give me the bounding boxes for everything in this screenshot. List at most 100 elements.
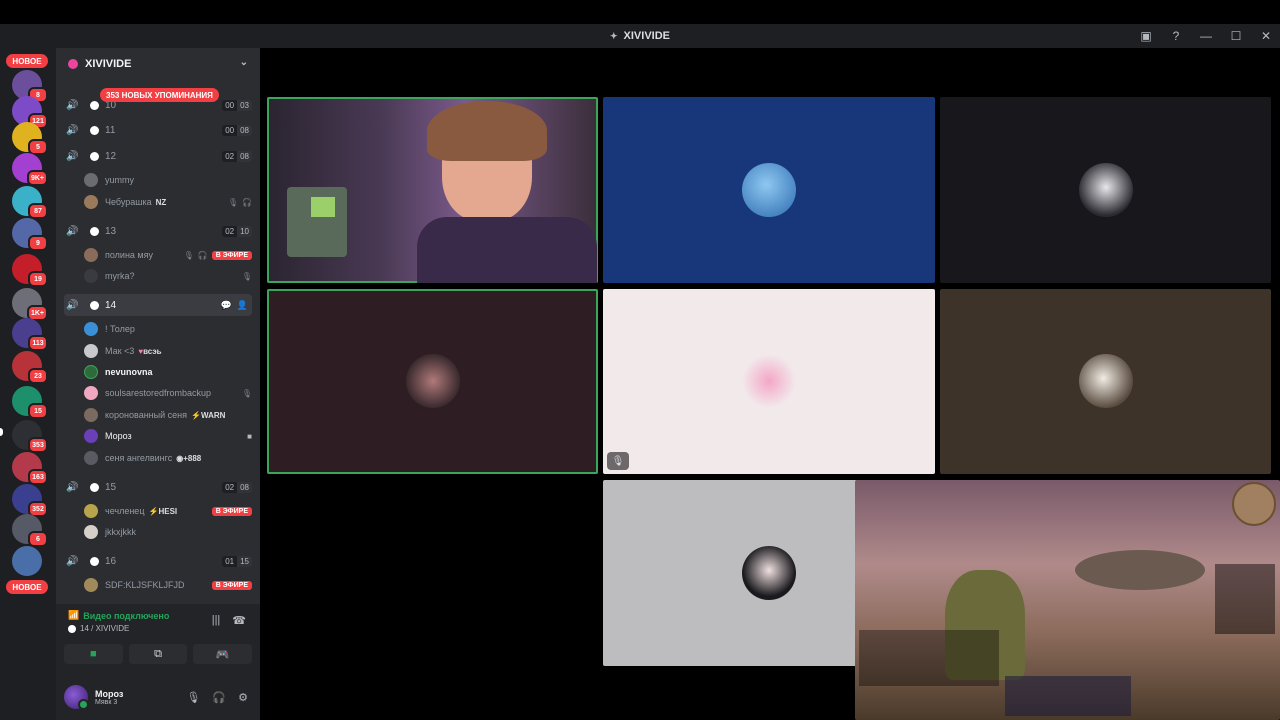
server-icon[interactable]: 9 <box>12 218 48 251</box>
server-icon[interactable]: 352 <box>12 484 48 517</box>
mention-badge: 353 <box>28 437 48 453</box>
camera-button[interactable]: ■ <box>64 644 123 664</box>
server-icon[interactable]: 113 <box>12 318 48 351</box>
mention-badge: 19 <box>28 271 48 287</box>
voice-channel-12[interactable]: 🔊 12 02 08 <box>64 145 252 167</box>
inbox-icon[interactable]: ▣ <box>1138 29 1154 43</box>
server-icon[interactable]: 1K+ <box>12 288 48 321</box>
server-icon[interactable]: 353 <box>12 420 48 453</box>
avatar <box>84 504 98 518</box>
new-indicator-bottom[interactable]: НОВОЕ <box>6 580 48 594</box>
speaker-icon: 🔊 <box>66 225 79 237</box>
avatar <box>84 195 98 209</box>
user-count: 01 15 <box>222 555 252 567</box>
avatar <box>742 354 796 408</box>
game-chat-box <box>859 630 999 686</box>
voice-channel-info[interactable]: 14 / XIVIVIDE <box>68 624 129 633</box>
member-souls[interactable]: soulsarestoredfrombackup 🎙 <box>84 383 252 403</box>
member-chelenec[interactable]: чечленец ⚡HESI В ЭФИРЕ <box>84 501 252 521</box>
server-rail: НОВОЕ 8 121 5 9K+ 87 9 19 1K+ 113 23 15 353 163 352 6 … <box>0 48 56 720</box>
voice-channel-14[interactable]: 🔊 14 💬 👤 <box>64 294 252 316</box>
server-icon[interactable]: 15 <box>12 386 48 419</box>
video-tile-user-5[interactable]: 🎙 <box>603 289 935 474</box>
gamepad-icon: 🎮 <box>215 648 230 661</box>
game-damage-meter <box>1215 564 1275 634</box>
user-panel[interactable]: Мороз Мявк 3 🎙 🎧 ⚙ <box>64 680 252 714</box>
voice-channel-13[interactable]: 🔊 13 02 10 <box>64 220 252 242</box>
channel-dot <box>90 151 99 161</box>
server-icon[interactable]: 87 <box>12 186 48 219</box>
new-indicator-top[interactable]: НОВОЕ <box>6 54 48 68</box>
chat-icon[interactable]: 💬 <box>221 300 232 311</box>
channel-dot <box>90 482 99 492</box>
server-icon[interactable] <box>12 546 42 576</box>
channel-dot <box>90 100 99 110</box>
speaker-icon: 🔊 <box>66 150 79 162</box>
voice-channel-11[interactable]: 🔊 11 00 08 <box>64 119 252 141</box>
avatar <box>406 354 460 408</box>
video-tile-user-4[interactable] <box>267 289 598 474</box>
activity-button[interactable]: 🎮 <box>193 644 253 664</box>
channel-dot <box>90 556 99 566</box>
user-count: 00 03 <box>222 99 252 111</box>
member-jkkxjkk[interactable]: jkkxjkkk <box>84 522 252 542</box>
game-minimap <box>1232 482 1276 526</box>
disconnect-icon[interactable]: ☎ <box>232 614 246 627</box>
server-icon[interactable]: 6 <box>12 514 48 547</box>
server-icon[interactable]: 9K+ <box>12 153 48 186</box>
avatar <box>84 322 98 336</box>
mention-badge: 23 <box>28 368 48 384</box>
live-badge: В ЭФИРЕ <box>211 250 252 260</box>
voice-channel-15[interactable]: 🔊 15 02 08 <box>64 476 252 498</box>
video-tile-user-3[interactable] <box>940 97 1271 283</box>
video-tile-user-2[interactable] <box>603 97 935 283</box>
screen-share-button[interactable]: ⧉ <box>128 644 188 664</box>
voice-channel-16[interactable]: 🔊 16 01 15 <box>64 550 252 572</box>
server-icon[interactable]: 5 <box>12 122 48 155</box>
chevron-down-icon[interactable]: ⌄ <box>240 57 248 68</box>
member-myrka[interactable]: myrka? 🎙 <box>84 266 252 286</box>
gear-icon[interactable]: ⚙ <box>238 691 248 704</box>
mentions-pill[interactable]: 353 НОВЫХ УПОМИНАНИЯ <box>100 88 219 102</box>
mic-icon[interactable]: 🎙 <box>186 691 200 704</box>
avatar <box>84 365 98 379</box>
person-body <box>417 217 597 283</box>
member-yummy[interactable]: yummy <box>84 170 252 190</box>
video-tile-user-6[interactable] <box>940 289 1271 474</box>
mic-muted-icon: 🎙 <box>607 452 629 470</box>
member-toler[interactable]: ! Толер <box>84 319 252 339</box>
member-sdf[interactable]: SDF:KLJSFKLJFJD В ЭФИРЕ <box>84 575 252 595</box>
close-button[interactable]: ✕ <box>1258 29 1274 43</box>
noise-suppression-icon[interactable]: ||| <box>212 614 221 627</box>
username: Мороз <box>95 688 124 699</box>
game-action-bars <box>1005 676 1131 716</box>
server-header[interactable]: XIVIVIDE ⌄ <box>56 48 260 80</box>
member-cheburashka[interactable]: Чебурашка NZ 🎙 🎧 <box>84 192 252 212</box>
maximize-button[interactable]: ☐ <box>1228 29 1244 43</box>
member-mak[interactable]: Мак <3 ♥всэь <box>84 341 252 361</box>
mic-muted-icon: 🎙 <box>241 271 252 281</box>
member-nevunovna[interactable]: nevunovna <box>84 362 252 382</box>
headphones-icon[interactable]: 🎧 <box>212 691 226 704</box>
server-icon[interactable]: 163 <box>12 452 48 485</box>
minimize-button[interactable]: — <box>1198 29 1214 43</box>
avatar[interactable] <box>64 685 89 710</box>
avatar <box>84 525 98 539</box>
member-moroz[interactable]: Мороз ■ <box>84 426 252 446</box>
video-tile-camera[interactable] <box>267 97 598 283</box>
mention-badge: 9K+ <box>26 170 48 186</box>
channel-dot <box>90 300 99 310</box>
member-senya[interactable]: сеня ангелвингс ◉+888 <box>84 448 252 468</box>
avatar <box>84 429 98 443</box>
server-icon[interactable]: 23 <box>12 351 48 384</box>
headphones-muted-icon: 🎧 <box>242 197 252 207</box>
speaker-icon: 🔊 <box>66 555 79 567</box>
member-polina[interactable]: полина мяу 🎙 🎧 В ЭФИРЕ <box>84 245 252 265</box>
help-icon[interactable]: ? <box>1168 29 1184 43</box>
avatar <box>742 546 796 600</box>
live-badge: В ЭФИРЕ <box>211 580 252 590</box>
server-icon[interactable]: 19 <box>12 254 48 287</box>
game-stream-tile[interactable] <box>855 480 1280 720</box>
add-user-icon[interactable]: 👤 <box>237 300 248 311</box>
member-koron[interactable]: коронованный сеня ⚡WARN <box>84 405 252 425</box>
